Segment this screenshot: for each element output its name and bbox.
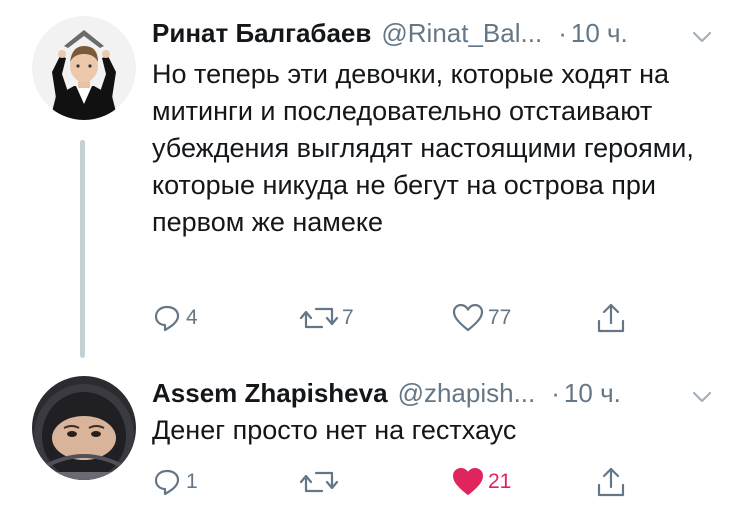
separator-dot: · [558,17,567,48]
retweet-count: 7 [342,306,354,329]
timestamp[interactable]: 10 ч. [571,18,628,49]
avatar[interactable] [32,16,136,120]
heart-icon [452,303,484,333]
share-button[interactable] [596,300,626,336]
like-count: 77 [488,306,512,329]
reply-icon [152,467,182,497]
author-handle[interactable]: @Rinat_Bal... [381,18,542,49]
retweet-icon [300,303,338,333]
heart-icon [452,467,484,497]
tweet-actions: 4 7 77 [152,300,652,336]
author-handle[interactable]: @zhapish... [398,378,536,409]
share-icon [596,302,626,334]
retweet-button[interactable]: 7 [300,300,354,336]
retweet-button[interactable] [300,464,342,500]
timestamp[interactable]: 10 ч. [564,378,621,409]
retweet-icon [300,467,338,497]
share-icon [596,466,626,498]
author-name[interactable]: Ринат Балгабаев [152,18,371,49]
tweet-1[interactable]: Ринат Балгабаев @Rinat_Bal... · 10 ч. Но… [0,0,750,360]
tweet-header: Ринат Балгабаев @Rinat_Bal... · 10 ч. [152,16,714,50]
like-button[interactable]: 77 [452,300,511,336]
share-button[interactable] [596,464,626,500]
separator-dot: · [551,377,560,408]
tweet-text: Но теперь эти девочки, которые ходят на … [152,59,694,237]
tweet-2[interactable]: Assem Zhapisheva @zhapish... · 10 ч. Ден… [0,360,750,513]
like-button[interactable]: 21 [452,464,511,500]
thread-line [80,140,85,358]
reply-count: 4 [186,306,198,329]
tweet-actions: 1 21 [152,464,652,500]
avatar-image [32,376,136,480]
reply-button[interactable]: 1 [152,464,198,500]
reply-count: 1 [186,470,198,493]
reply-button[interactable]: 4 [152,300,198,336]
author-name[interactable]: Assem Zhapisheva [152,378,388,409]
tweet-header: Assem Zhapisheva @zhapish... · 10 ч. [152,376,714,410]
reply-icon [152,303,182,333]
tweet-text: Денег просто нет на гестхаус [152,415,517,445]
chevron-down-icon[interactable] [690,22,714,43]
avatar-image [32,16,136,120]
chevron-down-icon[interactable] [690,382,714,403]
like-count: 21 [488,470,512,493]
avatar[interactable] [32,376,136,480]
